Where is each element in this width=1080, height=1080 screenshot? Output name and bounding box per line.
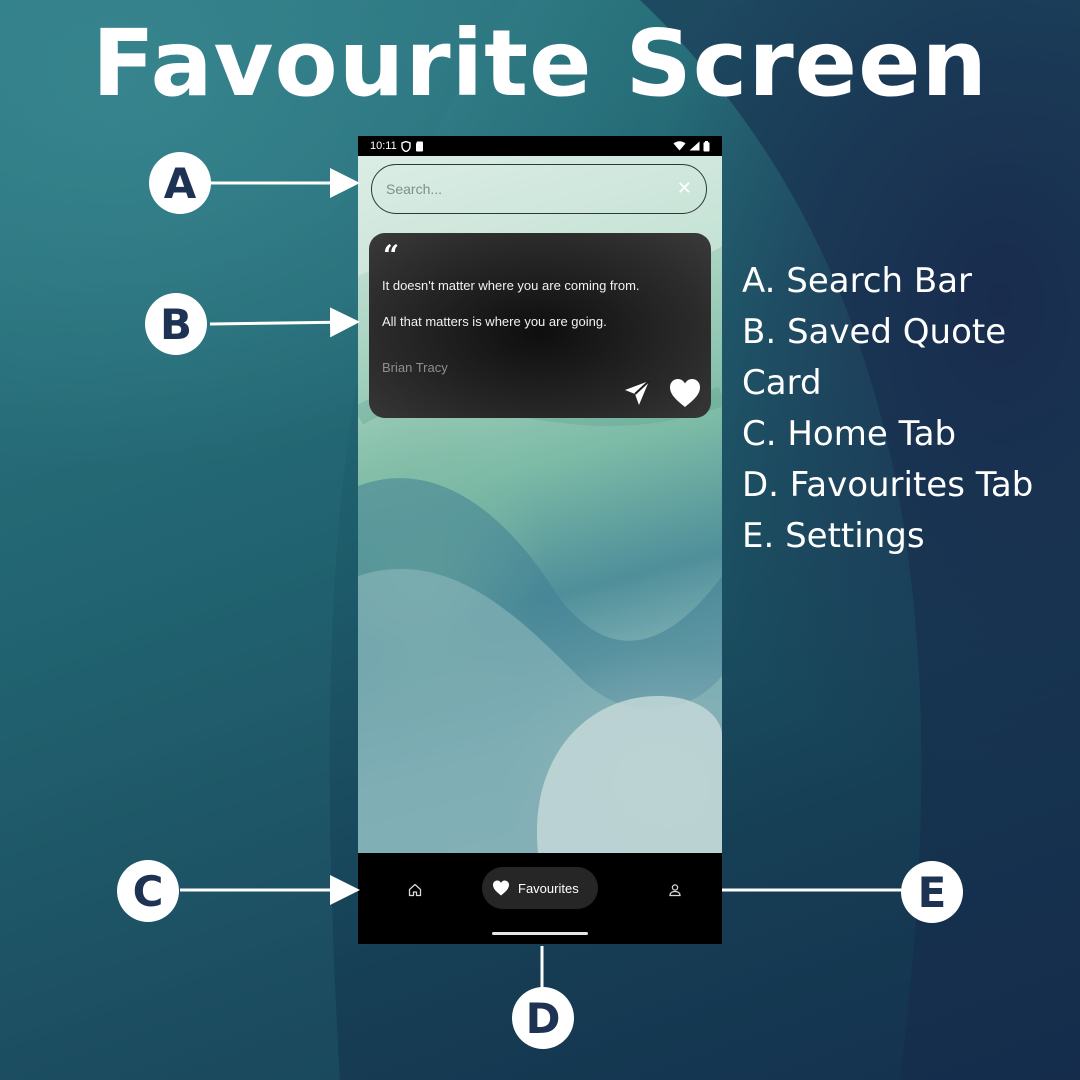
page-title: Favourite Screen [92,10,988,117]
search-bar[interactable]: Search... ✕ [371,164,707,214]
quote-author: Brian Tracy [382,360,448,375]
favourites-tab-label: Favourites [518,880,579,896]
settings-tab[interactable] [664,879,686,901]
shield-icon [401,140,411,152]
wallpaper: Search... ✕ “ It doesn't matter where yo… [358,156,722,853]
legend-item: Card [742,363,822,403]
quote-text-line-1: It doesn't matter where you are coming f… [382,278,640,293]
callout-e: E [901,861,963,923]
quote-mark-icon: “ [383,239,400,272]
heart-icon [493,880,509,896]
phone-screen: 10:11 Search... ✕ “ It doesn't matter wh… [358,136,722,944]
callout-b: B [145,293,207,355]
send-icon[interactable] [623,379,651,407]
saved-quote-card: “ It doesn't matter where you are coming… [369,233,711,418]
bottom-nav-bar: Favourites [358,853,722,944]
legend-item: C. Home Tab [742,414,957,454]
favourites-tab[interactable]: Favourites [482,867,598,909]
wifi-icon [673,141,686,151]
status-time: 10:11 [370,140,397,152]
search-input[interactable]: Search... [386,181,442,197]
sim-card-icon [415,141,423,151]
callout-c: C [117,860,179,922]
signal-icon [689,141,700,151]
heart-icon[interactable] [669,378,701,408]
legend-item: D. Favourites Tab [742,465,1034,505]
callout-a: A [149,152,211,214]
home-icon [408,883,422,897]
close-icon[interactable]: ✕ [677,180,692,198]
home-indicator [492,932,588,935]
home-tab[interactable] [404,879,426,901]
person-icon [669,884,681,897]
quote-text-line-2: All that matters is where you are going. [382,314,607,329]
legend-item: A. Search Bar [742,261,973,301]
legend-item: B. Saved Quote [742,312,1007,352]
status-bar: 10:11 [358,136,722,156]
legend-item: E. Settings [742,516,925,556]
battery-icon [703,140,710,151]
legend: A. Search Bar B. Saved Quote Card C. Hom… [742,256,1033,562]
callout-d: D [512,987,574,1049]
